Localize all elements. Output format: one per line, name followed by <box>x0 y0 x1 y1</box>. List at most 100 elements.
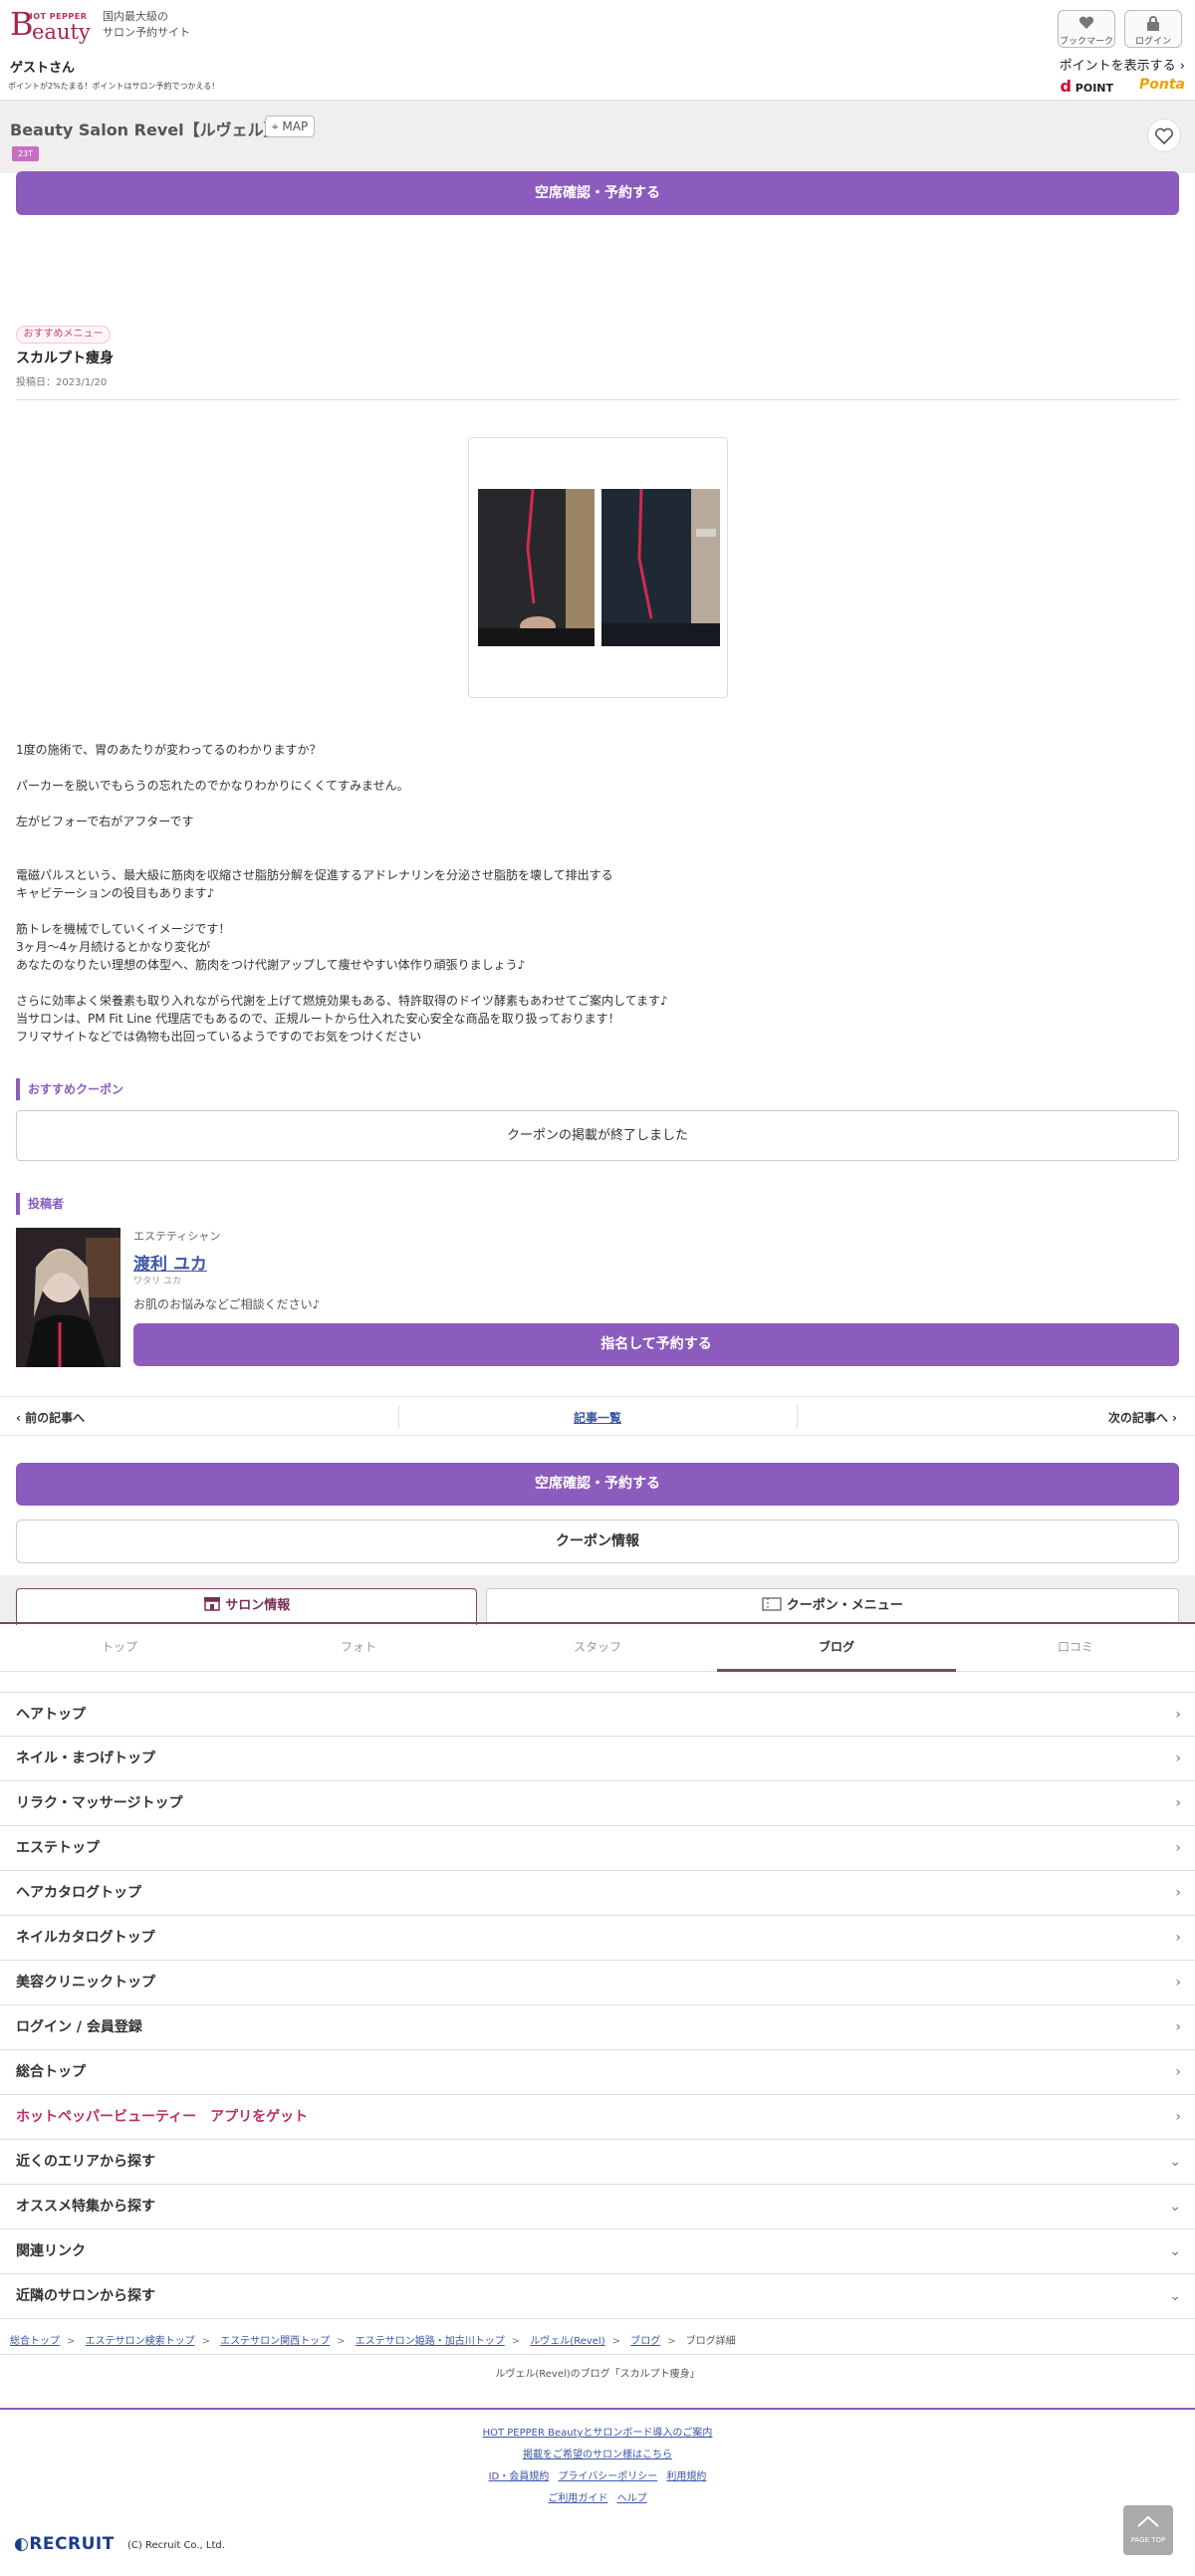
favorite-button[interactable] <box>1147 118 1181 152</box>
tab-salon-label: サロン情報 <box>225 1598 291 1613</box>
chevron-right-icon: › <box>1175 1707 1181 1723</box>
nav-label: オススメ特集から探す <box>16 2199 155 2215</box>
footer-link[interactable]: 利用規約 <box>666 2471 706 2482</box>
crumb-sep: > <box>511 2336 521 2347</box>
crumb-current: ブログ詳細 <box>685 2336 736 2347</box>
crumb-sep: > <box>337 2336 346 2347</box>
dpoint-label: POINT <box>1075 82 1113 95</box>
subtab-photo[interactable]: フォト <box>239 1624 478 1672</box>
nav-get-app[interactable]: ホットペッパービューティー アプリをゲット › <box>0 2095 1195 2140</box>
nav-relax-top[interactable]: リラク・マッサージトップ › <box>0 1781 1195 1826</box>
coupon-info-button[interactable]: クーポン情報 <box>16 1520 1179 1563</box>
crumb-link[interactable]: エステサロン姫路・加古川トップ <box>356 2336 505 2347</box>
heart-icon <box>1059 16 1114 31</box>
login-button[interactable]: ログイン <box>1124 10 1182 48</box>
sub-tabs: トップ フォト スタッフ ブログ 口コミ <box>0 1624 1195 1672</box>
reserve-button-top[interactable]: 空席確認・予約する <box>16 171 1179 215</box>
footer-links: HOT PEPPER Beautyとサロンボード導入のご案内 掲載をご希望のサロ… <box>0 2423 1195 2510</box>
pager-divider <box>797 1405 798 1429</box>
chevron-right-icon: › <box>1175 1751 1181 1766</box>
hotpepper-beauty-logo[interactable]: HOT PEPPER B eauty <box>10 8 100 44</box>
crumb-link[interactable]: エステサロン関西トップ <box>220 2336 330 2347</box>
header: HOT PEPPER B eauty 国内最大級の サロン予約サイト ブックマー… <box>0 0 1195 100</box>
crumb-link[interactable]: ブログ <box>630 2336 660 2347</box>
nav-nearby-salons[interactable]: 近隣のサロンから探す ⌄ <box>0 2274 1195 2319</box>
nav-login-register[interactable]: ログイン / 会員登録 › <box>0 2005 1195 2050</box>
login-label: ログイン <box>1134 37 1171 47</box>
nav-general-top[interactable]: 総合トップ › <box>0 2050 1195 2095</box>
salon-name[interactable]: Beauty Salon Revel【ルヴェル】 <box>10 117 280 140</box>
bookmark-button[interactable]: ブックマーク <box>1058 10 1115 48</box>
nav-hair-top[interactable]: ヘアトップ › <box>0 1692 1195 1737</box>
salon-bar: Beauty Salon Revel【ルヴェル】 ⌖ MAP 23T <box>0 100 1195 173</box>
recruit-mark-icon: ◐ <box>14 2534 30 2554</box>
nominate-button[interactable]: 指名して予約する <box>133 1323 1179 1366</box>
nav-nail-catalog[interactable]: ネイルカタログトップ › <box>0 1916 1195 1961</box>
article-date: 投稿日：2023/1/20 <box>16 377 108 388</box>
chevron-right-icon: › <box>1175 2109 1181 2125</box>
stylist-position: エステティシャン <box>133 1230 221 1243</box>
nav-hair-catalog[interactable]: ヘアカタログトップ › <box>0 1871 1195 1916</box>
crumb-sep: > <box>611 2336 621 2347</box>
footer: HOT PEPPER Beautyとサロンボード導入のご案内 掲載をご希望のサロ… <box>0 2408 1195 2576</box>
tab-coupon-menu[interactable]: クーポン・メニュー <box>486 1588 1179 1623</box>
stylist-name[interactable]: 渡利 ユカ <box>133 1250 207 1275</box>
show-points-label: ポイントを表示する <box>1059 59 1176 74</box>
next-label: 次の記事へ <box>1107 1411 1168 1425</box>
nav-label: 美容クリニックトップ <box>16 1975 155 1991</box>
next-article-link[interactable]: 次の記事へ › <box>1108 1409 1177 1426</box>
reserve-button-bottom[interactable]: 空席確認・予約する <box>16 1463 1179 1506</box>
chevron-down-icon: ⌄ <box>1169 2288 1181 2304</box>
footer-link[interactable]: プライバシーポリシー <box>558 2471 657 2482</box>
subtab-staff[interactable]: スタッフ <box>478 1624 717 1672</box>
chevron-right-icon: › <box>1175 1930 1181 1946</box>
article-image[interactable] <box>468 437 728 698</box>
nav-clinic-top[interactable]: 美容クリニックトップ › <box>0 1961 1195 2005</box>
nav-label: ネイル・まつげトップ <box>16 1751 155 1766</box>
subtab-top[interactable]: トップ <box>0 1624 239 1672</box>
prev-article-link[interactable]: ‹ 前の記事へ <box>16 1409 85 1426</box>
nav-label: 総合トップ <box>16 2064 86 2080</box>
crumb-sep: > <box>67 2336 76 2347</box>
chevron-down-icon: ⌄ <box>1169 2154 1181 2170</box>
footer-link[interactable]: ヘルプ <box>617 2493 647 2504</box>
nav-label: 関連リンク <box>16 2243 86 2259</box>
nav-related-links[interactable]: 関連リンク ⌄ <box>0 2229 1195 2274</box>
nav-label: エステトップ <box>16 1840 100 1856</box>
crumb-link[interactable]: 総合トップ <box>10 2336 60 2347</box>
nav-nearby-area[interactable]: 近くのエリアから探す ⌄ <box>0 2140 1195 2185</box>
catch-line-2: サロン予約サイト <box>103 26 190 39</box>
crumb-link[interactable]: ルヴェル(Revel) <box>530 2336 604 2347</box>
subtab-blog[interactable]: ブログ <box>717 1624 956 1672</box>
divider <box>16 399 1179 400</box>
nav-label: ログイン / 会員登録 <box>16 2019 142 2035</box>
body-line: キャビテーションの役目もあります♪ <box>16 886 215 900</box>
chevron-right-icon: › <box>1175 1975 1181 1991</box>
nav-esthe-top[interactable]: エステトップ › <box>0 1826 1195 1871</box>
body-line: 電磁パルスという、最大級に筋肉を収縮させ脂肪分解を促進するアドレナリンを分泌させ… <box>16 868 613 882</box>
footer-link[interactable]: HOT PEPPER Beautyとサロンボード導入のご案内 <box>483 2428 713 2439</box>
nav-nail-top[interactable]: ネイル・まつげトップ › <box>0 1737 1195 1781</box>
nav-label: 近隣のサロンから探す <box>16 2288 155 2304</box>
show-points-link[interactable]: ポイントを表示する › <box>1060 55 1185 74</box>
recruit-label: RECRUIT <box>29 2534 115 2554</box>
nav-features[interactable]: オススメ特集から探す ⌄ <box>0 2185 1195 2229</box>
after-photo <box>601 489 720 646</box>
tab-salon-info[interactable]: サロン情報 <box>16 1588 477 1625</box>
lock-icon <box>1125 16 1181 31</box>
poster-heading: 投稿者 <box>16 1193 64 1215</box>
crumb-link[interactable]: エステサロン検索トップ <box>86 2336 195 2347</box>
dpoint-logo: d POINT <box>1060 77 1113 96</box>
chevron-right-icon: › <box>1175 2019 1181 2035</box>
footer-link[interactable]: 掲載をご希望のサロン様はこちら <box>523 2450 672 2460</box>
recruit-logo: ◐RECRUIT <box>14 2534 115 2554</box>
chevron-right-icon: › <box>1175 1795 1181 1811</box>
footer-link[interactable]: ご利用ガイド <box>548 2493 607 2504</box>
subtab-reviews[interactable]: 口コミ <box>956 1624 1195 1672</box>
footer-link[interactable]: ID・会員規約 <box>489 2471 550 2482</box>
stylist-avatar[interactable] <box>16 1228 120 1367</box>
map-button[interactable]: ⌖ MAP <box>265 116 315 137</box>
article-list-link[interactable]: 記事一覧 <box>574 1409 621 1426</box>
body-line: さらに効率よく栄養素も取り入れながら代謝を上げて燃焼効果もある、特許取得のドイツ… <box>16 994 668 1008</box>
page-top-button[interactable]: PAGE TOP <box>1123 2505 1173 2555</box>
